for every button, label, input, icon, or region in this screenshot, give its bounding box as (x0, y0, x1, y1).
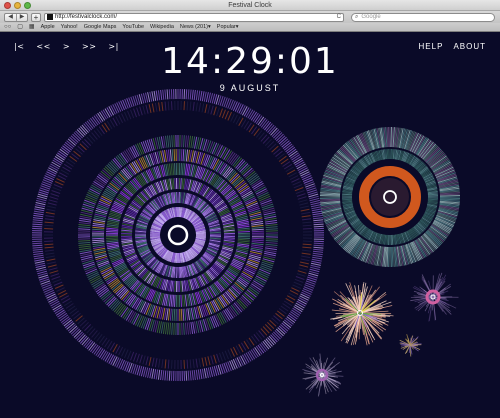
bookmark-item[interactable]: News (201)▾ (180, 24, 211, 31)
history-buttons: ◀ ▶ (4, 12, 28, 22)
bookmark-item[interactable]: Google Maps (84, 24, 117, 31)
site-favicon-icon (47, 14, 53, 20)
stage-burst-bottom (302, 353, 344, 397)
stage-disc-right (319, 126, 461, 268)
zoom-window-button[interactable] (24, 2, 31, 9)
back-button[interactable]: ◀ (5, 14, 16, 21)
bookmark-item[interactable]: Apple (41, 24, 55, 31)
add-bookmark-button[interactable]: + (31, 12, 41, 22)
clock-time: 14:29:01 (161, 41, 339, 82)
close-window-button[interactable] (4, 2, 11, 9)
url-text[interactable]: http://festivalclock.com/ (55, 14, 335, 21)
disc-core (371, 178, 409, 216)
ring-segment (31, 88, 325, 382)
festival-clock-page: |< << > >> >| HELP ABOUT 14:29:01 9 AUGU… (0, 33, 500, 418)
browser-toolbar: ◀ ▶ + http://festivalclock.com/ C ⌕ (0, 11, 500, 23)
bookmark-item[interactable]: Yahoo! (61, 24, 78, 31)
show-bookmarks-icon[interactable]: ▢ (17, 24, 23, 31)
search-input[interactable] (361, 13, 482, 21)
search-icon: ⌕ (355, 13, 359, 20)
forward-button[interactable]: ▶ (16, 13, 27, 21)
reload-icon[interactable]: C (337, 14, 341, 21)
ring-segment (32, 89, 324, 382)
bookmark-item[interactable]: Wikipedia (150, 24, 174, 31)
window-title: Festival Clock (228, 1, 272, 9)
stage-burst-tiny (399, 334, 422, 357)
stage-burst-small (410, 272, 459, 322)
address-bar[interactable]: http://festivalclock.com/ C (44, 12, 344, 22)
bookmarks-bar: ○○ ▢ ▦ Apple Yahoo! Google Maps YouTube … (0, 23, 500, 32)
stage-burst-peach (330, 282, 394, 346)
bookmark-item[interactable]: Popular▾ (217, 24, 239, 31)
main-clock-center-ring (167, 224, 189, 246)
main-clock-rings (31, 88, 325, 382)
window-titlebar: Festival Clock (0, 0, 500, 11)
minimize-window-button[interactable] (14, 2, 21, 9)
reading-list-icon[interactable]: ○○ (4, 24, 11, 31)
top-sites-icon[interactable]: ▦ (29, 24, 35, 31)
ring-segment (31, 89, 325, 381)
window-controls (4, 2, 31, 9)
search-field[interactable]: ⌕ (351, 12, 495, 22)
bookmark-item[interactable]: YouTube (122, 24, 144, 31)
clock-date: 9 AUGUST (219, 83, 281, 93)
